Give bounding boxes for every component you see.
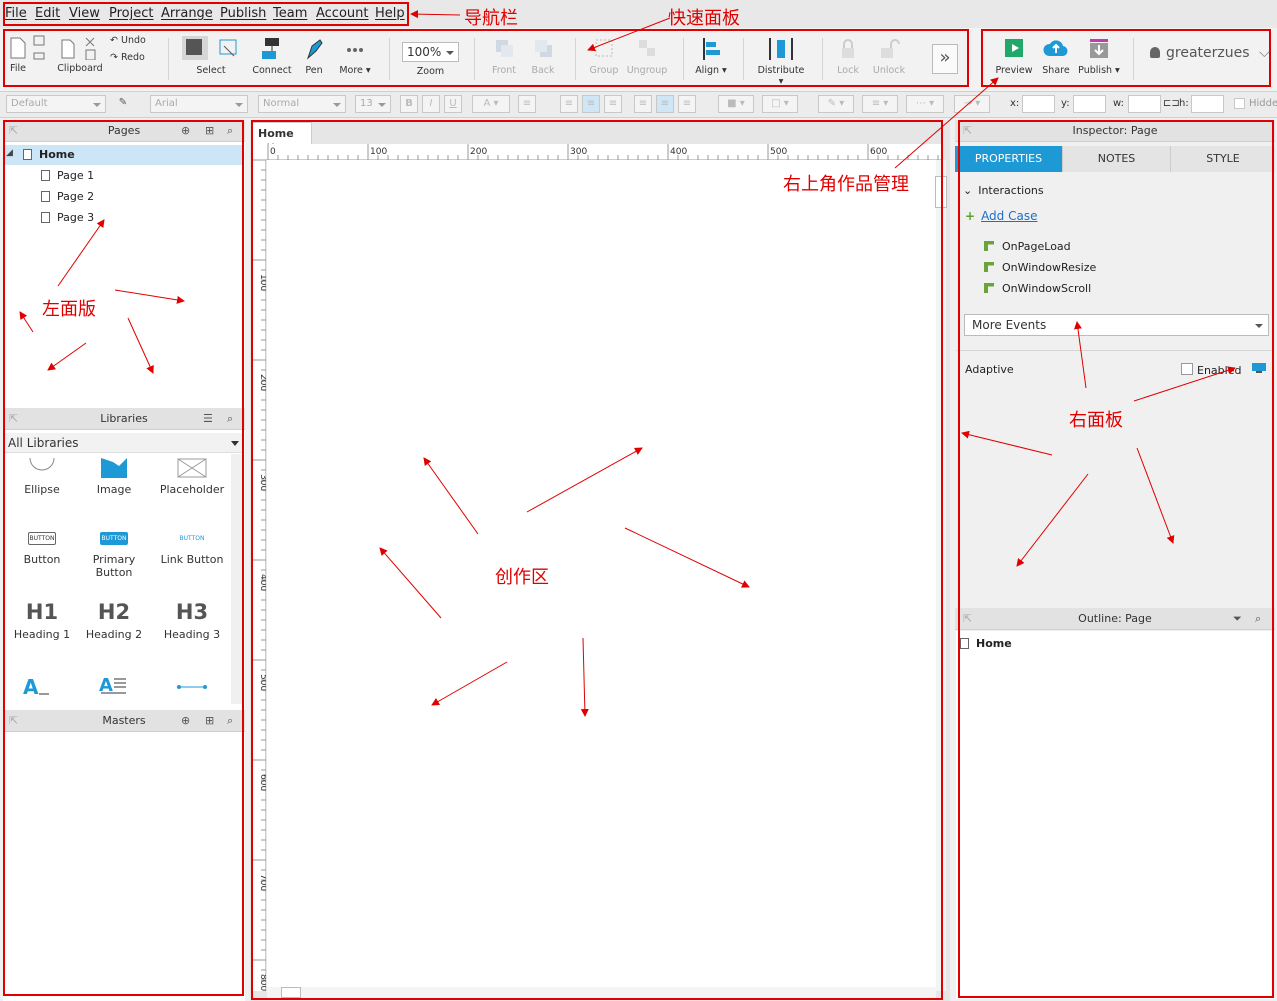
italic-icon[interactable]: I xyxy=(422,95,440,113)
line-width-icon[interactable]: ≡ ▾ xyxy=(862,95,898,113)
annotation-box-nav xyxy=(3,2,409,26)
underline-icon[interactable]: U xyxy=(444,95,462,113)
weight-select[interactable]: Normal xyxy=(258,95,346,113)
font-size-select[interactable]: 13 xyxy=(355,95,391,113)
bullet-list-icon[interactable]: ≡ xyxy=(518,95,536,113)
annotation-quick-panel: 快速面板 xyxy=(668,8,740,29)
bold-icon[interactable]: B xyxy=(400,95,418,113)
valign-bottom-icon[interactable]: ≡ xyxy=(678,95,696,113)
y-label: y: xyxy=(1061,98,1070,109)
w-label: w: xyxy=(1113,98,1125,109)
annotation-nav: 导航栏 xyxy=(464,8,518,29)
annotation-right: 右面板 xyxy=(1069,410,1123,431)
annotation-box-canvas xyxy=(251,120,943,1000)
annotation-canvas: 创作区 xyxy=(495,567,549,588)
hidden-label: Hidde xyxy=(1249,98,1277,109)
font-color-icon[interactable]: A ▾ xyxy=(472,95,510,113)
align-center-icon[interactable]: ≡ xyxy=(582,95,600,113)
x-input[interactable] xyxy=(1022,95,1055,113)
align-right-icon[interactable]: ≡ xyxy=(604,95,622,113)
fill-color-icon[interactable]: ■ ▾ xyxy=(718,95,754,113)
annotation-box-topright xyxy=(981,29,1271,87)
hidden-checkbox[interactable] xyxy=(1234,98,1245,109)
w-input[interactable] xyxy=(1128,95,1161,113)
x-label: x: xyxy=(1010,98,1020,109)
y-input[interactable] xyxy=(1073,95,1106,113)
valign-middle-icon[interactable]: ≡ xyxy=(656,95,674,113)
align-left-icon[interactable]: ≡ xyxy=(560,95,578,113)
shadow-icon[interactable]: □ ▾ xyxy=(762,95,798,113)
annotation-box-quick-panel xyxy=(3,29,969,87)
annotation-box-right xyxy=(958,120,1274,998)
arrow-style-icon[interactable]: → ▾ xyxy=(954,95,990,113)
valign-top-icon[interactable]: ≡ xyxy=(634,95,652,113)
format-bar: Default ✎ Arial Normal 13 B I U A ▾ ≡ ≡ … xyxy=(0,92,1277,118)
line-color-icon[interactable]: ✎ ▾ xyxy=(818,95,854,113)
annotation-topright: 右上角作品管理 xyxy=(783,174,909,195)
font-select[interactable]: Arial xyxy=(150,95,248,113)
style-select[interactable]: Default xyxy=(6,95,106,113)
lock-ratio-icon[interactable]: ⊏⊐ xyxy=(1163,98,1180,109)
h-label: h: xyxy=(1179,98,1189,109)
line-style-icon[interactable]: ⋯ ▾ xyxy=(906,95,944,113)
annotation-box-left xyxy=(3,120,244,996)
h-input[interactable] xyxy=(1191,95,1224,113)
style-edit-icon[interactable]: ✎ xyxy=(114,95,132,113)
annotation-left: 左面版 xyxy=(42,299,96,320)
